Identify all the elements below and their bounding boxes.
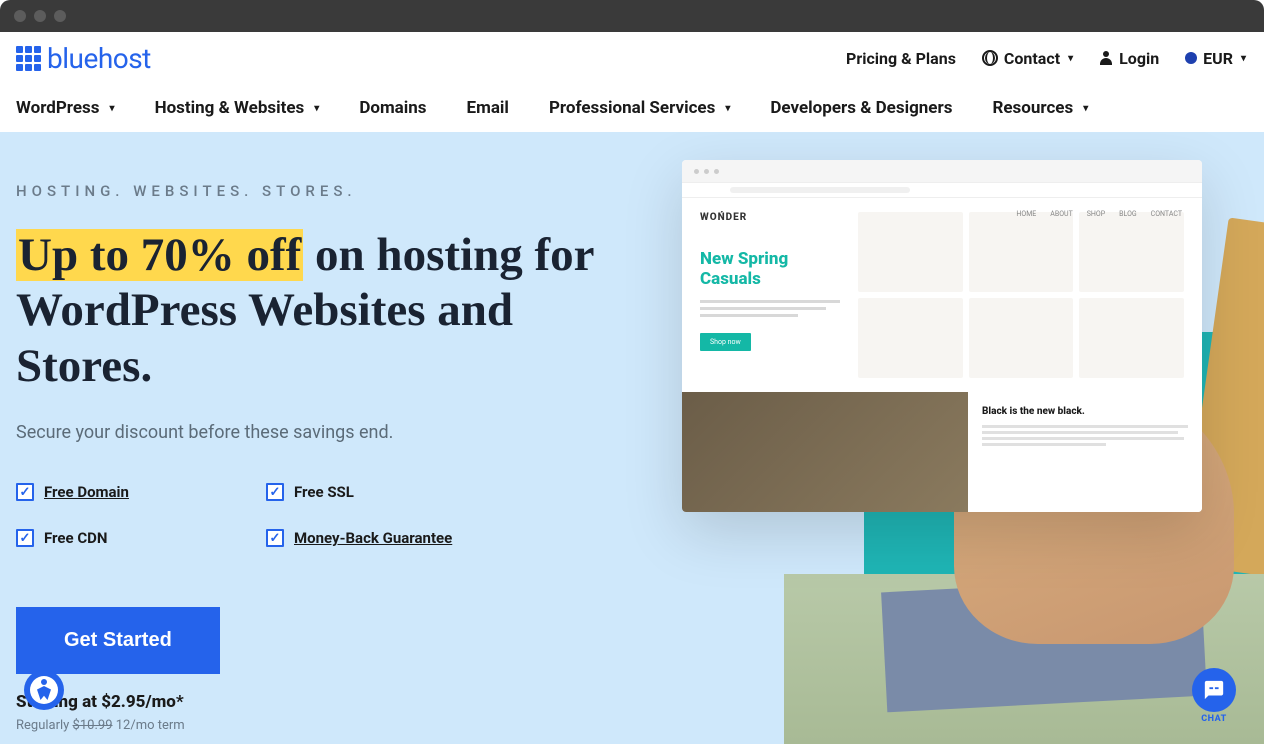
reg-strike: $10.99 [73, 718, 113, 733]
feature-label: Free SSL [294, 483, 354, 501]
hero: HOSTING. WEBSITES. STORES. Up to 70% off… [0, 132, 1264, 744]
nav-wordpress[interactable]: WordPress ▾ [16, 98, 115, 118]
website-mockup: WOŃDER New Spring Casuals Shop now HOMEA… [682, 160, 1202, 512]
reg-prefix: Regularly [16, 718, 73, 733]
login-link[interactable]: Login [1099, 49, 1159, 68]
contact-label: Contact [1004, 49, 1060, 68]
pricing-link[interactable]: Pricing & Plans [846, 49, 956, 68]
accessibility-icon [30, 676, 58, 704]
hero-image: WOŃDER New Spring Casuals Shop now HOMEA… [664, 132, 1264, 744]
mockup-address-bar [682, 182, 1202, 198]
login-label: Login [1119, 49, 1159, 68]
pricing-label: Pricing & Plans [846, 49, 956, 68]
feature-label: Free Domain [44, 483, 129, 501]
accessibility-button[interactable] [24, 670, 64, 710]
chevron-down-icon: ▾ [110, 103, 115, 114]
main-nav: WordPress ▾ Hosting & Websites ▾ Domains… [0, 84, 1264, 132]
mockup-headline: New Spring Casuals [700, 249, 840, 290]
logo-icon [16, 46, 41, 71]
person-icon [1099, 51, 1113, 65]
chat-icon [1192, 668, 1236, 712]
hero-highlight: Up to 70% off [16, 229, 303, 281]
nav-email[interactable]: Email [467, 98, 509, 118]
nav-domains[interactable]: Domains [359, 98, 426, 118]
feature-free-cdn: ✓ Free CDN [16, 529, 266, 547]
traffic-light-zoom[interactable] [54, 10, 66, 22]
mockup-button: Shop now [700, 333, 751, 351]
contact-link[interactable]: Contact ▾ [982, 49, 1073, 68]
traffic-light-close[interactable] [14, 10, 26, 22]
chevron-down-icon: ▾ [314, 103, 319, 114]
mockup-jewelry-image [682, 392, 968, 512]
chevron-down-icon: ▾ [1068, 53, 1073, 64]
mockup-browser-chrome [682, 160, 1202, 182]
browser-chrome [0, 0, 1264, 32]
mockup-card-title: Black is the new black. [982, 406, 1188, 417]
feature-money-back[interactable]: ✓ Money-Back Guarantee [266, 529, 516, 547]
mockup-text-card: Black is the new black. [968, 392, 1202, 512]
chat-widget[interactable]: CHAT [1192, 668, 1236, 724]
nav-label: Email [467, 98, 509, 118]
nav-label: Resources [992, 98, 1073, 118]
check-icon: ✓ [16, 483, 34, 501]
mockup-text-lines [700, 300, 840, 317]
currency-dot-icon [1185, 52, 1197, 64]
logo-text: bluehost [47, 42, 151, 75]
get-started-button[interactable]: Get Started [16, 607, 220, 674]
nav-developers[interactable]: Developers & Designers [770, 98, 952, 118]
traffic-light-minimize[interactable] [34, 10, 46, 22]
nav-label: Domains [359, 98, 426, 118]
chevron-down-icon: ▾ [1241, 53, 1246, 64]
check-icon: ✓ [16, 529, 34, 547]
feature-label: Free CDN [44, 529, 107, 547]
nav-label: WordPress [16, 98, 100, 118]
nav-label: Hosting & Websites [155, 98, 305, 118]
price-value: $2.95/mo* [101, 692, 183, 712]
header: bluehost Pricing & Plans Contact ▾ Login… [0, 32, 1264, 84]
mockup-products: HOMEABOUTSHOPBLOGCONTACT [858, 212, 1184, 378]
nav-label: Professional Services [549, 98, 715, 118]
nav-services[interactable]: Professional Services ▾ [549, 98, 730, 118]
nav-label: Developers & Designers [770, 98, 952, 118]
feature-free-ssl: ✓ Free SSL [266, 483, 516, 501]
feature-free-domain[interactable]: ✓ Free Domain [16, 483, 266, 501]
check-icon: ✓ [266, 483, 284, 501]
globe-icon [982, 50, 998, 66]
check-icon: ✓ [266, 529, 284, 547]
nav-hosting[interactable]: Hosting & Websites ▾ [155, 98, 320, 118]
top-links: Pricing & Plans Contact ▾ Login EUR ▾ [846, 49, 1246, 68]
reg-suffix: 12/mo term [113, 718, 185, 733]
nav-resources[interactable]: Resources ▾ [992, 98, 1088, 118]
chevron-down-icon: ▾ [725, 103, 730, 114]
chevron-down-icon: ▾ [1083, 103, 1088, 114]
feature-label: Money-Back Guarantee [294, 529, 452, 547]
currency-label: EUR [1203, 49, 1233, 68]
logo[interactable]: bluehost [16, 42, 151, 75]
mockup-brand: WOŃDER [700, 212, 840, 223]
currency-selector[interactable]: EUR ▾ [1185, 49, 1246, 68]
chat-label: CHAT [1201, 714, 1227, 724]
hero-headline: Up to 70% off on hosting for WordPress W… [16, 228, 656, 394]
